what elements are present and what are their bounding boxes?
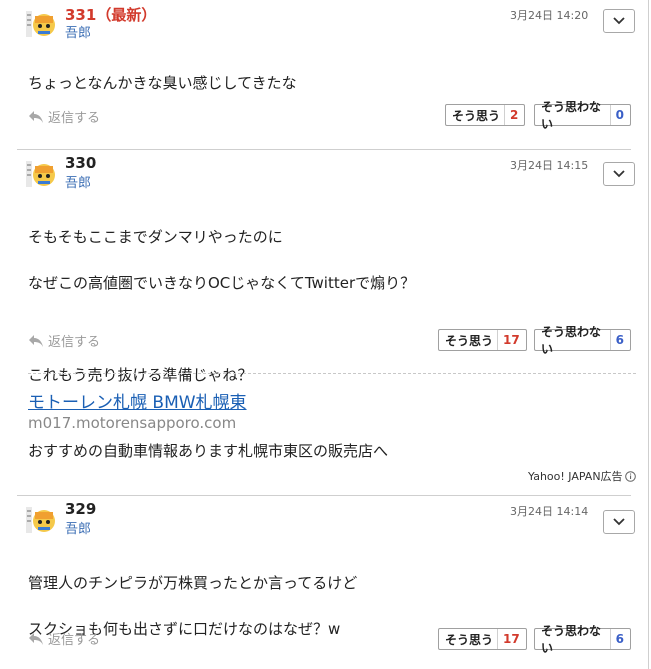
ad-label[interactable]: Yahoo! JAPAN広告 <box>528 468 636 484</box>
comment-329: 329 吾郎 3月24日 14:14 管理人のチンピラが万株買ったとか言ってるけ… <box>17 496 635 669</box>
reply-label: 返信する <box>48 111 101 126</box>
chevron-down-icon <box>613 170 625 178</box>
page-right-border <box>648 0 649 669</box>
reply-label: 返信する <box>48 633 101 648</box>
disagree-button[interactable]: そう思わない 6 <box>534 325 631 356</box>
post-menu-button[interactable] <box>603 162 635 186</box>
post-line: これもう売り抜ける準備じゃね？ <box>28 366 253 384</box>
reply-arrow-icon <box>29 632 43 645</box>
author-name[interactable]: 吾郎 <box>65 172 91 191</box>
disagree-count: 6 <box>609 629 630 649</box>
post-body: そもそもここまでダンマリやったのに なぜこの高値圏でいきなりOCじゃなくてTwi… <box>28 203 415 410</box>
post-number: 329 <box>65 500 97 518</box>
ad-separator <box>28 373 636 374</box>
post-line: ちょっとなんかきな臭い感じしてきたな <box>28 74 297 92</box>
disagree-label: そう思わない <box>541 325 602 356</box>
reply-arrow-icon <box>29 334 43 347</box>
disagree-count: 6 <box>609 330 630 350</box>
ad-url[interactable]: m017.motorensapporo.com <box>28 414 236 432</box>
agree-label: そう思う <box>452 108 501 123</box>
reply-button[interactable]: 返信する <box>28 629 100 648</box>
author-name[interactable]: 吾郎 <box>65 22 91 41</box>
ad-description[interactable]: おすすめの自動車情報あります札幌市東区の販売店へ <box>28 440 388 461</box>
agree-label: そう思う <box>445 632 494 647</box>
post-date: 3月24日 14:15 <box>510 159 589 172</box>
post-date: 3月24日 14:20 <box>510 9 589 22</box>
chevron-down-icon <box>613 518 625 526</box>
comment-330: 330 吾郎 3月24日 14:15 そもそもここまでダンマリやったのに なぜこ… <box>17 150 635 384</box>
post-menu-button[interactable] <box>603 9 635 33</box>
post-line: 管理人のチンピラが万株買ったとか言ってるけど <box>28 574 358 592</box>
avatar-icon[interactable] <box>26 505 56 535</box>
avatar-icon[interactable] <box>26 159 56 189</box>
agree-button[interactable]: そう思う 17 <box>438 628 527 650</box>
info-icon <box>624 470 636 482</box>
disagree-label: そう思わない <box>541 624 602 655</box>
agree-count: 2 <box>504 105 524 125</box>
reply-arrow-icon <box>29 110 43 123</box>
disagree-button[interactable]: そう思わない 6 <box>534 624 631 655</box>
latest-tag: （最新） <box>96 6 157 24</box>
disagree-label: そう思わない <box>541 100 602 131</box>
reply-label: 返信する <box>48 335 101 350</box>
chevron-down-icon <box>613 17 625 25</box>
post-date: 3月24日 14:14 <box>510 505 589 518</box>
post-line: なぜこの高値圏でいきなりOCじゃなくてTwitterで煽り？ <box>28 274 416 292</box>
disagree-count: 0 <box>609 105 630 125</box>
ad-label-text: Yahoo! JAPAN広告 <box>528 470 623 483</box>
agree-count: 17 <box>497 629 526 649</box>
reply-button[interactable]: 返信する <box>28 331 100 350</box>
ad-title-link[interactable]: モトーレン札幌 BMW札幌東 <box>28 388 247 413</box>
post-line: そもそもここまでダンマリやったのに <box>28 228 283 246</box>
agree-count: 17 <box>497 330 526 350</box>
post-menu-button[interactable] <box>603 510 635 534</box>
agree-button[interactable]: そう思う 17 <box>438 329 527 351</box>
post-number: 330 <box>65 154 97 172</box>
comment-331: 331（最新） 吾郎 3月24日 14:20 ちょっとなんかきな臭い感じしてきた… <box>17 0 635 148</box>
author-name[interactable]: 吾郎 <box>65 518 91 537</box>
agree-label: そう思う <box>445 333 494 348</box>
avatar-icon[interactable] <box>26 9 56 39</box>
disagree-button[interactable]: そう思わない 0 <box>534 100 631 131</box>
agree-button[interactable]: そう思う 2 <box>445 104 526 126</box>
reply-button[interactable]: 返信する <box>28 107 100 126</box>
